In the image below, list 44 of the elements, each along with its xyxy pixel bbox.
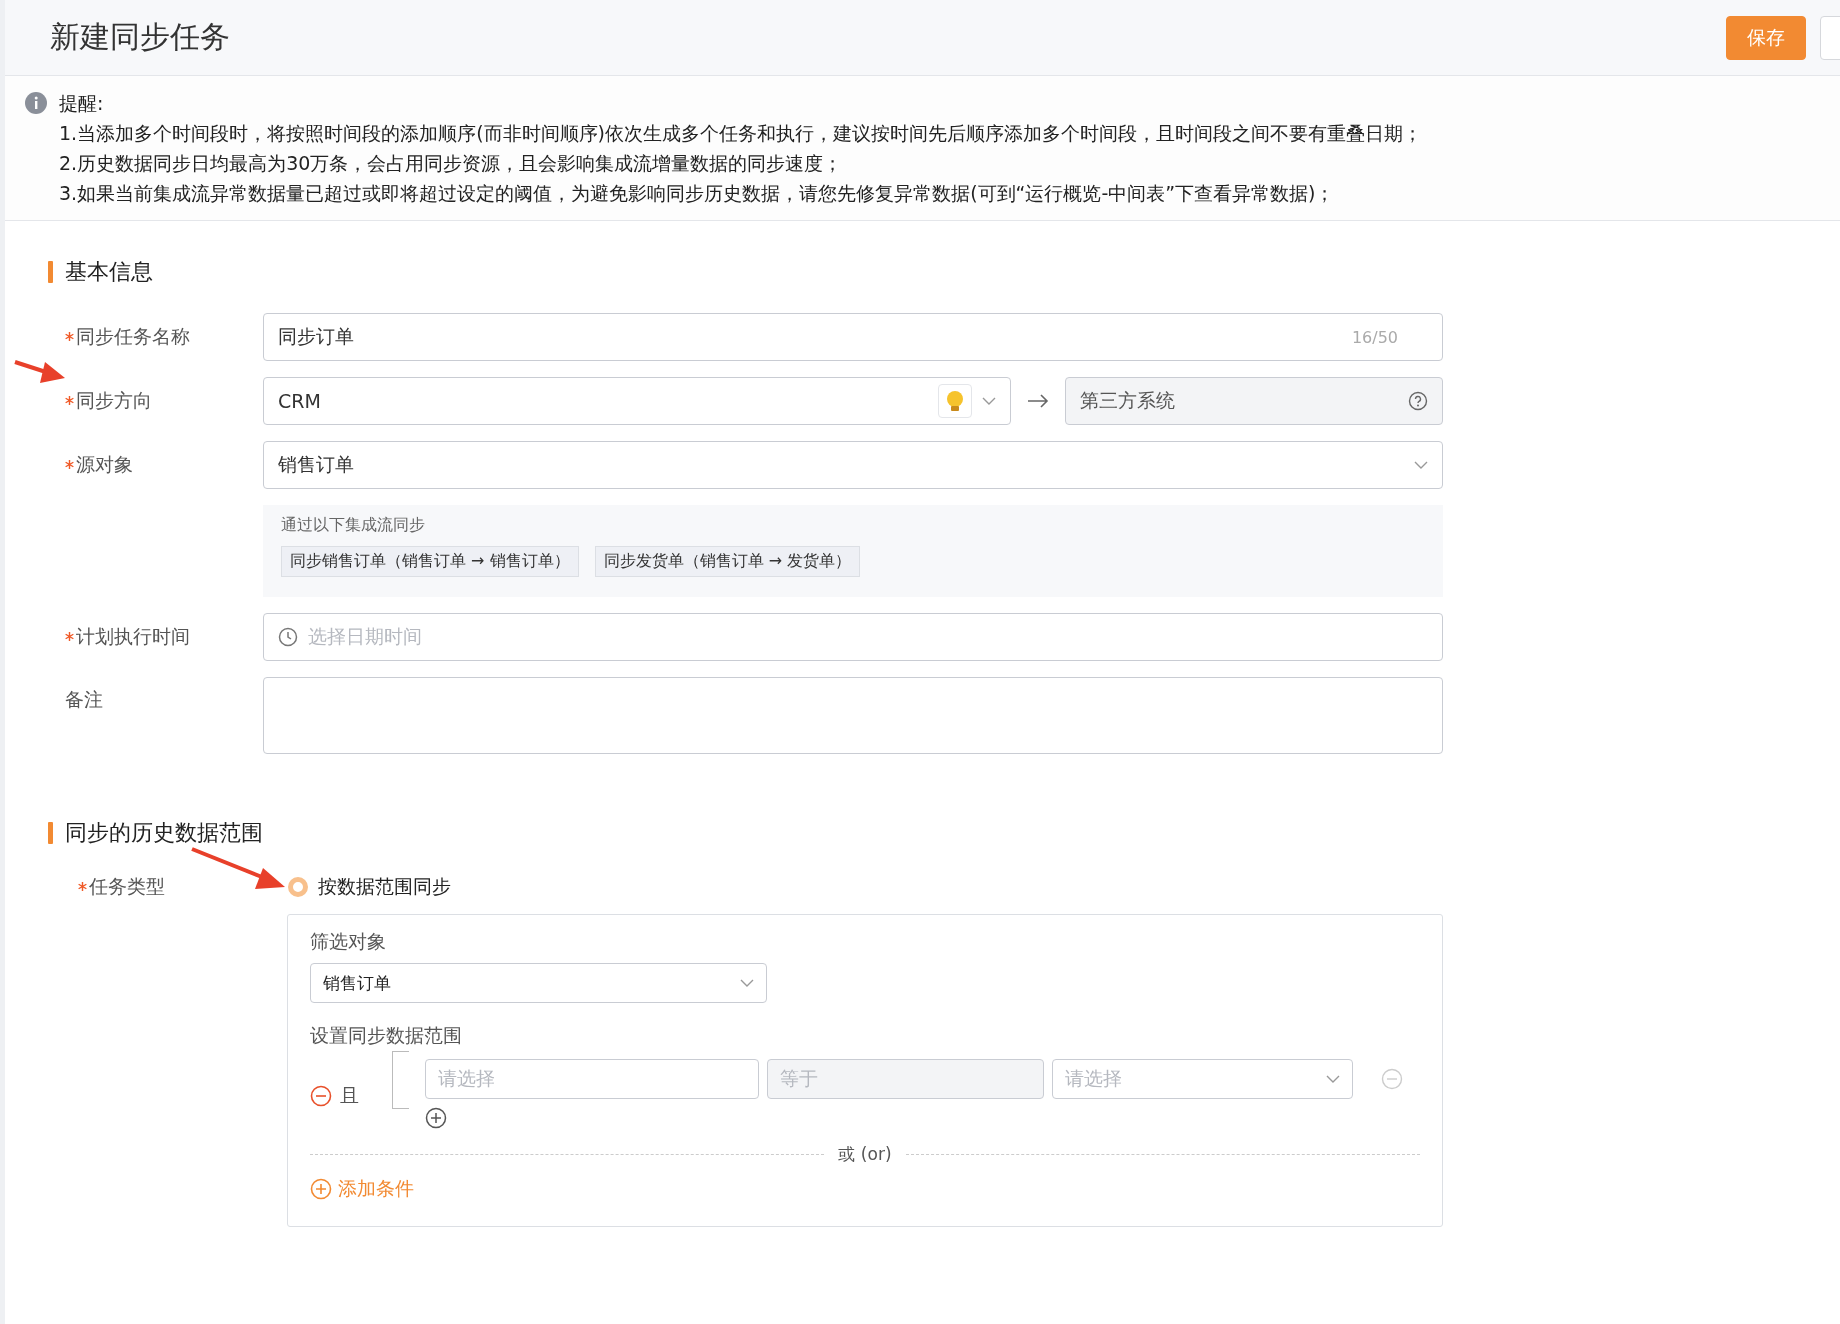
chevron-down-icon bbox=[740, 979, 754, 987]
chevron-down-icon bbox=[1414, 461, 1428, 469]
bracket-line bbox=[392, 1051, 409, 1109]
target-system-field[interactable]: 第三方系统 bbox=[1065, 377, 1443, 425]
field-label: 任务类型 bbox=[78, 875, 165, 897]
field-label: 同步方向 bbox=[65, 389, 152, 411]
clock-icon bbox=[278, 627, 298, 647]
notice-title: 提醒: bbox=[59, 91, 105, 116]
chevron-down-icon bbox=[982, 397, 996, 405]
remove-group-icon[interactable] bbox=[310, 1085, 332, 1107]
field-label: 计划执行时间 bbox=[65, 625, 190, 647]
field-label: 备注 bbox=[65, 688, 103, 710]
help-icon bbox=[1408, 391, 1428, 411]
notice-text: 2.历史数据同步日均最高为30万条，会占用同步资源，且会影响集成流增量数据的同步速度； bbox=[59, 151, 844, 176]
arrow-right-icon bbox=[1027, 394, 1049, 408]
range-label: 设置同步数据范围 bbox=[310, 1024, 462, 1046]
field-label: 同步任务名称 bbox=[65, 325, 190, 347]
page-title: 新建同步任务 bbox=[50, 18, 231, 56]
add-row-icon[interactable] bbox=[425, 1107, 447, 1129]
filter-object-select[interactable]: 销售订单 bbox=[310, 963, 767, 1003]
notice-text: 3.如果当前集成流异常数据量已超过或即将超过设定的阈值，为避免影响同步历史数据，请您先修复异常数据(可到“运行概览-中间表”下查看异常数据)； bbox=[59, 181, 1336, 206]
chevron-down-icon bbox=[1326, 1075, 1340, 1083]
section-title: 同步的历史数据范围 bbox=[65, 819, 263, 847]
notice-text: 1.当添加多个时间段时，将按照时间段的添加顺序(而非时间顺序)依次生成多个任务和执行，建议按时间先后顺序添加多个时间段，且时间段之间不要有重叠日期； bbox=[59, 121, 1422, 146]
source-object-select[interactable]: 销售订单 bbox=[263, 441, 1443, 489]
info-icon bbox=[25, 92, 47, 114]
pointer-arrow bbox=[14, 360, 65, 383]
section-marker bbox=[48, 261, 53, 283]
flow-tag: 同步销售订单（销售订单 → 销售订单） bbox=[281, 546, 579, 577]
remarks-field[interactable] bbox=[263, 677, 1443, 754]
remove-condition-icon[interactable] bbox=[1381, 1068, 1403, 1090]
plus-icon bbox=[310, 1178, 332, 1200]
source-system-select[interactable]: CRM bbox=[263, 377, 1011, 425]
field-label: 源对象 bbox=[65, 453, 133, 475]
range-radio[interactable]: 按数据范围同步 bbox=[288, 874, 451, 900]
section-title: 基本信息 bbox=[65, 258, 153, 286]
bulb-icon bbox=[938, 384, 972, 418]
or-divider-label: 或 (or) bbox=[838, 1143, 892, 1166]
filter-label: 筛选对象 bbox=[310, 930, 386, 952]
flow-caption: 通过以下集成流同步 bbox=[281, 515, 425, 534]
section-marker bbox=[48, 822, 53, 844]
and-label: 且 bbox=[340, 1083, 359, 1108]
flow-tag: 同步发货单（销售订单 → 发货单） bbox=[594, 546, 861, 577]
task-name-field[interactable]: 同步订单 16/50 bbox=[263, 313, 1443, 361]
